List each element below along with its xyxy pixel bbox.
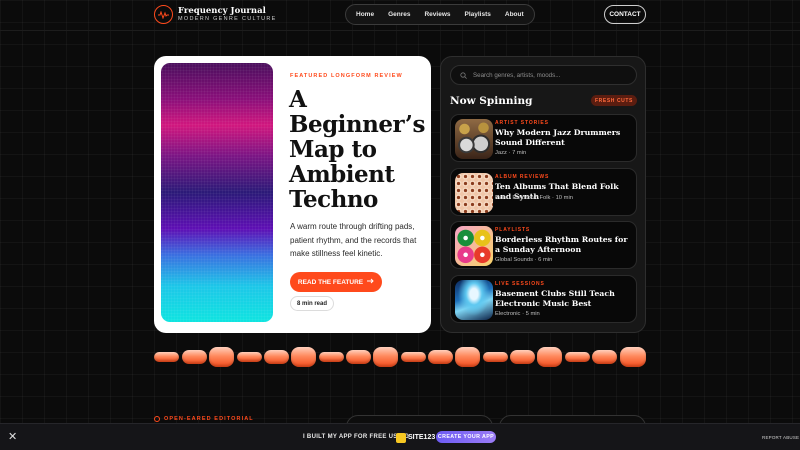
knobs-pattern-image (455, 173, 493, 213)
search-placeholder: Search genres, artists, moods... (473, 71, 561, 79)
equalizer-pill (182, 350, 207, 364)
card-meta: Indie / Electronic Folk · 10 min (495, 195, 573, 201)
main-nav: Home Genres Reviews Playlists About (345, 4, 535, 25)
brand-subtitle: MODERN GENRE CULTURE (178, 16, 277, 22)
create-app-button[interactable]: CREATE YOUR APP (436, 431, 496, 443)
equalizer-pill (510, 350, 535, 364)
equalizer-pill (428, 350, 453, 364)
site-header: Frequency Journal MODERN GENRE CULTURE H… (0, 0, 800, 30)
search-icon (460, 66, 467, 84)
featured-review-card[interactable]: FEATURED LONGFORM REVIEW A Beginner’s Ma… (154, 56, 431, 333)
section-label: OPEN-EARED EDITORIAL (154, 416, 254, 422)
equalizer-pill (237, 352, 262, 362)
card-kicker: ALBUM REVIEWS (495, 174, 550, 180)
dot-icon (154, 416, 160, 422)
hero-title[interactable]: A Beginner’s Map to Ambient Techno (289, 87, 425, 212)
site123-logo-icon (396, 432, 406, 443)
card-kicker: PLAYLISTS (495, 227, 531, 233)
club-lights-image (455, 280, 493, 320)
card-meta: Jazz · 7 min (495, 150, 527, 156)
close-icon[interactable]: ✕ (8, 430, 17, 443)
brand-logo[interactable]: Frequency Journal MODERN GENRE CULTURE (154, 5, 277, 24)
hero-description: A warm route through drifting pads, pati… (290, 222, 417, 258)
nav-home[interactable]: Home (349, 7, 381, 22)
header-divider (0, 30, 800, 31)
read-time-badge: 8 min read (290, 296, 334, 311)
site123-logo-text: SITE123 (408, 434, 436, 441)
equalizer-pill (483, 352, 508, 362)
read-feature-label: READ THE FEATURE (297, 278, 364, 286)
article-card-rhythm-routes[interactable]: PLAYLISTS Borderless Rhythm Routes for a… (450, 221, 637, 269)
read-feature-button[interactable]: READ THE FEATURE (290, 272, 382, 292)
equalizer-pill (154, 352, 179, 362)
equalizer-pill (319, 352, 344, 362)
site123-logo[interactable]: SITE123 (396, 432, 435, 443)
card-title[interactable]: Basement Clubs Still Teach Electronic Mu… (495, 289, 635, 309)
now-spinning-heading: Now Spinning (450, 95, 533, 107)
nav-playlists[interactable]: Playlists (458, 7, 498, 22)
card-title[interactable]: Borderless Rhythm Routes for a Sunday Af… (495, 235, 635, 255)
equalizer-pill (455, 347, 480, 367)
article-card-folk-synth[interactable]: ALBUM REVIEWS Ten Albums That Blend Folk… (450, 168, 637, 216)
contact-button[interactable]: CONTACT (604, 5, 646, 24)
vinyl-records-image (455, 226, 493, 266)
waveform-icon (154, 5, 173, 24)
ambient-gradient-image (161, 63, 273, 322)
equalizer-pill (373, 347, 398, 367)
now-spinning-panel: Search genres, artists, moods... Now Spi… (440, 56, 646, 333)
equalizer-pill (537, 347, 562, 367)
equalizer-pill (565, 352, 590, 362)
hero-kicker: FEATURED LONGFORM REVIEW (290, 73, 403, 79)
arrow-right-icon (367, 278, 374, 286)
card-kicker: LIVE SESSIONS (495, 281, 545, 287)
equalizer-pill (264, 350, 289, 364)
promo-text: I BUILT MY APP FOR FREE USING (303, 434, 410, 440)
article-card-jazz-drummers[interactable]: ARTIST STORIES Why Modern Jazz Drummers … (450, 114, 637, 162)
nav-reviews[interactable]: Reviews (417, 7, 457, 22)
section-label-text: OPEN-EARED EDITORIAL (164, 416, 254, 422)
nav-genres[interactable]: Genres (381, 7, 417, 22)
equalizer-pill (291, 347, 316, 367)
report-abuse-link[interactable]: REPORT ABUSE (762, 435, 799, 440)
equalizer-pill (346, 350, 371, 364)
drum-kit-image (455, 119, 493, 159)
card-title[interactable]: Why Modern Jazz Drummers Sound Different (495, 128, 635, 148)
brand-title: Frequency Journal (178, 5, 266, 16)
equalizer-pill (209, 347, 234, 367)
equalizer-pill (401, 352, 426, 362)
article-card-basement-clubs[interactable]: LIVE SESSIONS Basement Clubs Still Teach… (450, 275, 637, 323)
card-meta: Electronic · 5 min (495, 311, 540, 317)
fresh-cuts-badge[interactable]: FRESH CUTS (591, 95, 637, 106)
search-input[interactable]: Search genres, artists, moods... (450, 65, 637, 85)
equalizer-pill (592, 350, 617, 364)
promo-banner: ✕ I BUILT MY APP FOR FREE USING SITE123 … (0, 423, 800, 450)
nav-about[interactable]: About (498, 7, 531, 22)
card-meta: Global Sounds · 6 min (495, 257, 553, 263)
card-kicker: ARTIST STORIES (495, 120, 549, 126)
equalizer-pill (620, 347, 646, 367)
